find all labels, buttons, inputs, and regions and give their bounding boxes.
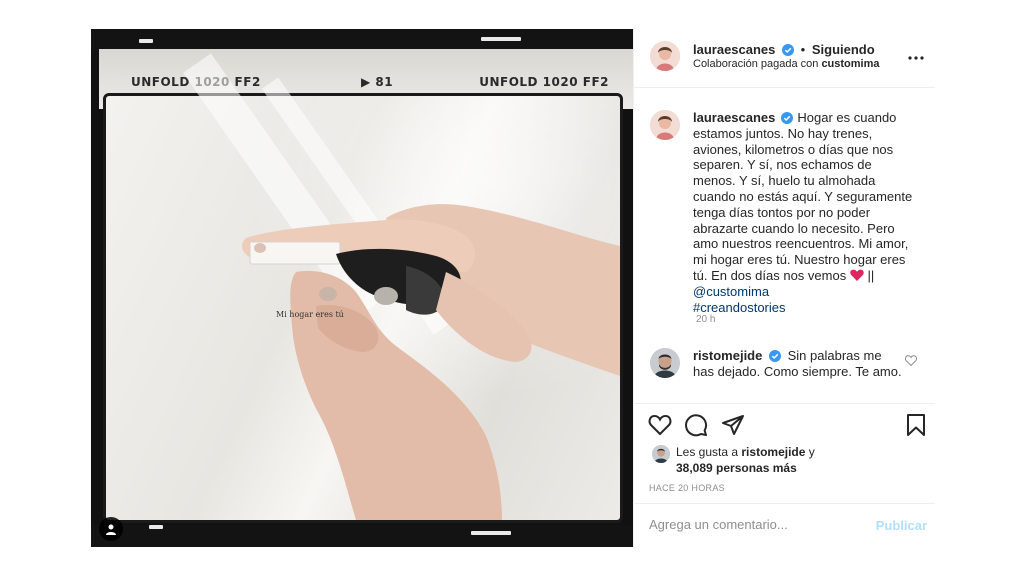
hashtag-link[interactable]: #creandostories [693,300,786,315]
red-heart-emoji-icon [850,269,864,281]
comment-bubble-icon[interactable] [684,413,708,437]
verified-badge-icon [782,44,795,56]
header-line: lauraescanes • Siguiendo [693,42,875,57]
user-tag-icon[interactable] [99,517,123,541]
film-strip-bottom [91,525,633,547]
partner-link[interactable]: customima [821,58,879,70]
caption: lauraescanes Hogar es cuando estamos junt… [693,110,915,315]
hands-illustration [242,204,620,520]
film-label-center: ▶ 81 [361,75,394,89]
caption-time[interactable]: 20 h [696,314,715,325]
heart-icon[interactable] [648,413,672,437]
person-icon [106,524,116,535]
film-arrow-icon: ▶ [361,75,376,89]
likes-prefix: Les gusta a [676,445,739,459]
verified-badge-icon [781,112,794,124]
avatar-image [652,445,670,463]
paid-partnership: Colaboración pagada con customima [693,58,880,70]
comment: ristomejide Sin palabras me has dejado. … [693,348,903,380]
liker-avatar[interactable] [652,445,670,463]
following-button[interactable]: Siguiendo [812,42,875,57]
avatar-image [650,110,680,140]
mention-link[interactable]: @customima [693,284,769,299]
post-timestamp[interactable]: HACE 20 HORAS [649,483,725,493]
partnership-label: Colaboración pagada con [693,58,819,70]
comments-section: lauraescanes Hogar es cuando estamos junt… [634,89,935,404]
comment-input[interactable] [649,517,859,532]
film-sprocket [149,525,163,529]
liker-username[interactable]: ristomejide [741,445,805,459]
film-label-right: UNFOLD 1020 FF2 [479,75,609,89]
likes-joiner: y [808,445,815,459]
more-options-icon[interactable] [907,49,925,67]
post-image[interactable]: UNFOLD 1020 FF2 ▶ 81 UNFOLD 1020 FF2 [91,29,633,547]
avatar-image [650,41,680,71]
caption-username[interactable]: lauraescanes [693,110,775,125]
avatar-image [650,348,680,378]
caption-author-avatar[interactable] [650,110,680,140]
publish-button[interactable]: Publicar [876,518,927,533]
bookmark-icon[interactable] [904,413,928,437]
separator-dot-icon: • [800,42,806,57]
caption-text: Hogar es cuando estamos juntos. No hay t… [693,110,913,283]
likes-summary: Les gusta a ristomejide y 38,089 persona… [648,443,928,479]
caption-separator: || [863,267,875,283]
film-strip-top [91,29,633,51]
likes-count[interactable]: 38,089 personas más [676,461,797,475]
paper-plane-icon[interactable] [721,413,745,437]
post-sidebar: lauraescanes • Siguiendo Colaboración pa… [633,29,935,547]
film-sprocket [471,531,511,535]
film-sprocket [139,39,153,43]
commenter-username[interactable]: ristomejide [693,348,762,363]
author-avatar[interactable] [650,41,680,71]
action-bar [634,405,935,445]
verified-badge-icon [768,350,781,362]
comment-like-icon[interactable] [905,355,917,366]
key-tag-text: Mi hogar eres tú [276,310,344,319]
add-comment-bar: Publicar [634,503,935,547]
author-username[interactable]: lauraescanes [693,42,775,57]
film-sprocket [481,37,521,41]
likes-text: Les gusta a ristomejide y 38,089 persona… [676,444,815,476]
post-header: lauraescanes • Siguiendo Colaboración pa… [634,29,935,88]
photo-frame: Mi hogar eres tú [103,53,623,523]
commenter-avatar[interactable] [650,348,680,378]
